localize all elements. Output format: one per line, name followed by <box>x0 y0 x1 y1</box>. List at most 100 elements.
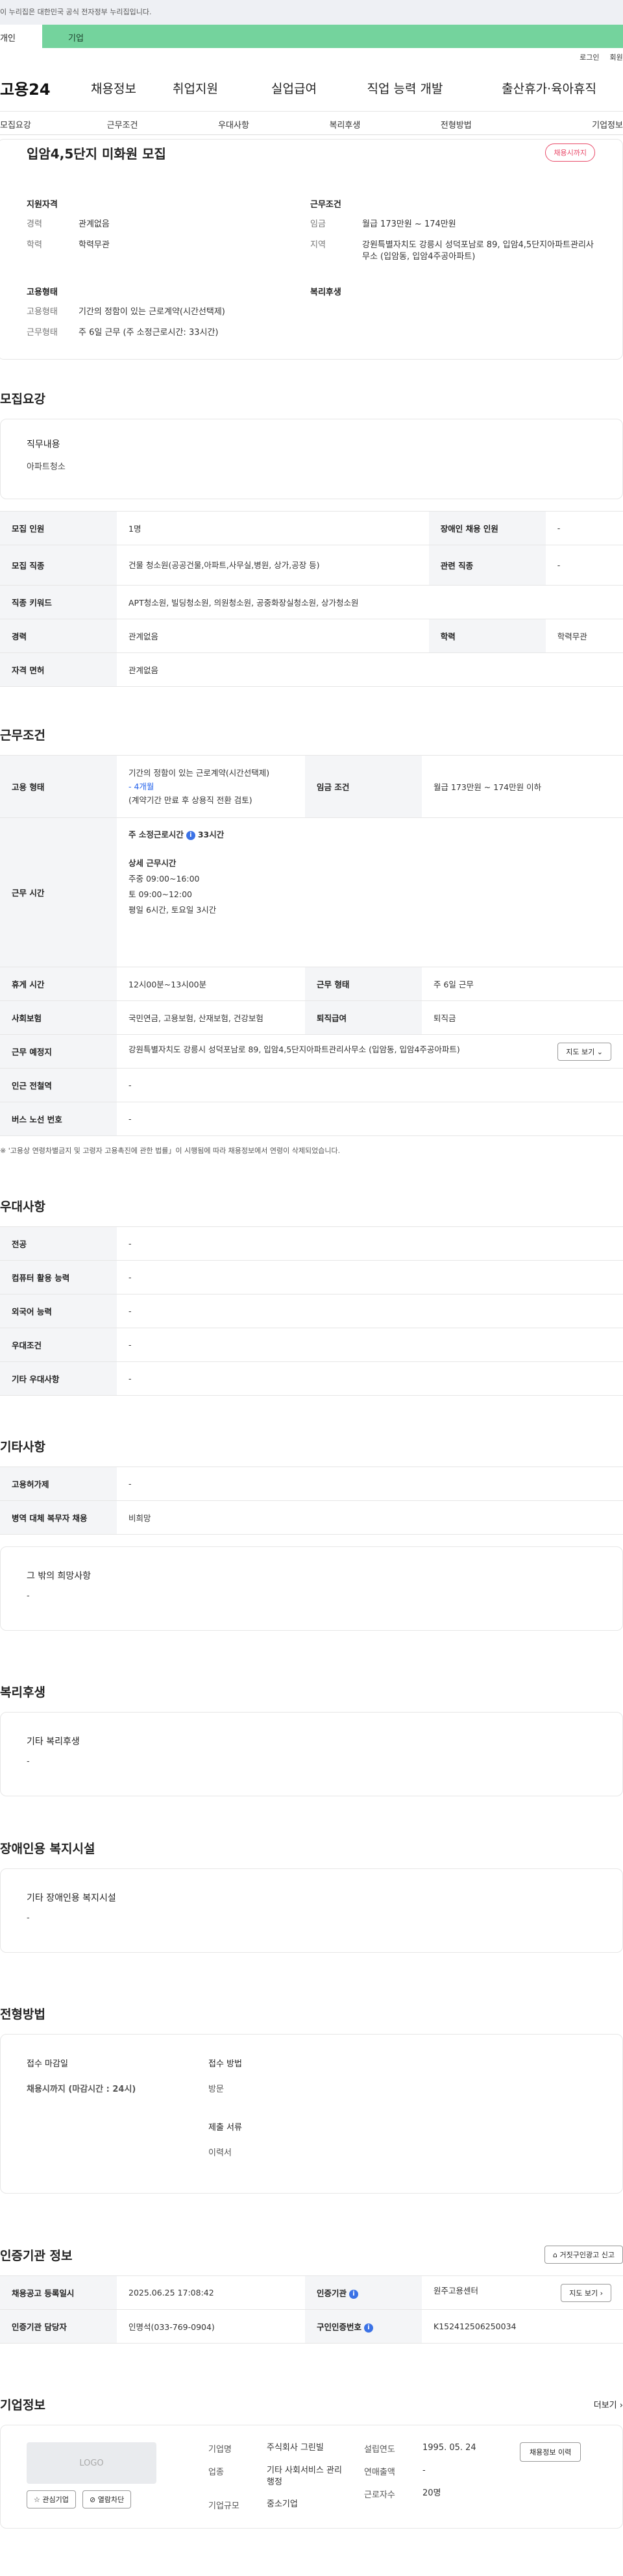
block-icon: ⊘ <box>90 2496 96 2504</box>
agency-map-button[interactable]: 지도 보기 › <box>561 2283 611 2302</box>
cert-key-cell: 구인인증번호 i <box>305 2309 422 2344</box>
info-icon[interactable]: i <box>364 2323 374 2333</box>
row-value: 학력무관 <box>545 619 623 653</box>
company-key: 근로자수 <box>364 2490 395 2500</box>
subtab-welfare[interactable]: 복리후생 <box>289 112 400 134</box>
qual-value: 관계없음 <box>79 219 110 229</box>
more-link[interactable]: 더보기 › <box>594 2398 623 2410</box>
row-value: APT청소원, 빌딩청소원, 의원청소원, 공중화장실청소원, 상가청소원 <box>117 585 623 619</box>
info-icon[interactable]: i <box>186 830 195 840</box>
subtab-pref[interactable]: 우대사항 <box>178 112 289 134</box>
deadline-label: 접수 마감일 <box>27 2059 68 2069</box>
subtab-recruit[interactable]: 모집요강 <box>0 112 67 134</box>
table-row: 사회보험 국민연금, 고용보험, 산재보험, 건강보험 퇴직급여 퇴직금 <box>0 1000 623 1035</box>
age-note: ※ '고용상 연령차별금지 및 고령자 고용촉진에 관한 법률」이 시행됨에 따… <box>0 1146 341 1155</box>
info-icon[interactable]: i <box>349 2289 359 2299</box>
cond-key: 지역 <box>310 240 326 250</box>
disability-box: 기타 장애인용 복지시설 - <box>0 1868 623 1953</box>
section-etc-title: 기타사항 <box>0 1440 45 1454</box>
company-key: 설립연도 <box>364 2445 395 2455</box>
gnb-menu-leave[interactable]: 출산휴가·육아휴직 <box>467 79 596 97</box>
table-row: 직종 키워드 APT청소원, 빌딩청소원, 의원청소원, 공중화장실청소원, 상… <box>0 585 623 619</box>
table-row: 컴퓨터 활용 능력 - <box>0 1260 623 1294</box>
row-key: 인증기관 담당자 <box>0 2309 117 2344</box>
util-links: 로그인 회원가입 <box>0 48 623 65</box>
company-key: 기업명 <box>208 2445 232 2455</box>
company-key: 기업규모 <box>208 2501 239 2511</box>
company-logo: LOGO <box>27 2442 156 2484</box>
row-key: 관련 직종 <box>428 545 546 586</box>
table-row: 인증기관 담당자 인명석(033-769-0904) 구인인증번호 i K1524… <box>0 2309 623 2344</box>
work-time-cell: 주 소정근로시간 i 33시간 상세 근무시간 주중 09:00~16:00 토 0… <box>117 817 623 967</box>
map-view-label: 지도 보기 <box>566 1047 595 1056</box>
company-value: 주식회사 그린빌 <box>267 2443 324 2453</box>
fav-company-button[interactable]: ☆ 관심기업 <box>27 2490 76 2508</box>
table-row: 경력 관계없음 학력 학력무관 <box>0 619 623 653</box>
time-line: 평일 6시간, 토요일 3시간 <box>128 905 217 915</box>
row-value: 원주고용센터 <box>434 2285 479 2296</box>
other-wish-box: 그 밖의 희망사항 - <box>0 1546 623 1631</box>
table-row: 모집 직종 건물 청소원(공공건물,아파트,사무실,병원, 상가,공장 등) 관… <box>0 545 623 586</box>
subtab-apply[interactable]: 전형방법 <box>400 112 511 134</box>
time-detail-title: 상세 근무시간 <box>128 858 177 868</box>
company-value: 1995. 05. 24 <box>422 2443 476 2453</box>
row-key: 학력 <box>428 619 546 653</box>
gnb-menu-jobs[interactable]: 채용정보 <box>81 79 146 97</box>
hiring-history-button[interactable]: 채용정보 이력 <box>520 2442 581 2462</box>
row-key: 직종 키워드 <box>0 585 117 619</box>
block-view-label: 열람차단 <box>97 2496 125 2504</box>
section-work-title: 근무조건 <box>0 728 45 743</box>
map-view-button[interactable]: 지도 보기 ⌄ <box>557 1042 611 1061</box>
row-key: 버스 노선 번호 <box>0 1102 117 1136</box>
qual-key: 경력 <box>27 219 42 229</box>
table-row: 우대조건 - <box>0 1328 623 1362</box>
method-value: 방문 <box>208 2085 224 2094</box>
tab-enterprise[interactable]: 기업 <box>42 25 623 48</box>
chevron-right-icon: › <box>600 2288 603 2297</box>
company-value: 기타 사회서비스 관리 행정 <box>267 2466 342 2487</box>
row-value: - <box>545 545 623 586</box>
agency-map-label: 지도 보기 <box>569 2288 598 2297</box>
row-value: - <box>117 1260 623 1294</box>
table-row: 외국어 능력 - <box>0 1294 623 1328</box>
row-value: K152412506250034 <box>422 2309 623 2344</box>
section-recruit-title: 모집요강 <box>0 392 45 406</box>
tab-personal[interactable]: 개인 <box>0 25 42 48</box>
site-logo[interactable]: 고용24 <box>0 77 81 99</box>
gnb-menu-training[interactable]: 직업 능력 개발 <box>343 79 467 97</box>
row-key: 외국어 능력 <box>0 1294 117 1328</box>
table-row: 인근 전철역 - <box>0 1068 623 1102</box>
row-key: 우대조건 <box>0 1328 117 1362</box>
company-key: 업종 <box>208 2468 224 2477</box>
job-title: 입암4,5단지 미화원 모집 <box>27 146 166 162</box>
company-header: 기업정보 더보기 › <box>0 2396 623 2413</box>
disability-label: 기타 장애인용 복지시설 <box>27 1893 116 1903</box>
section-agency-title: 인증기관 정보 <box>0 2248 73 2263</box>
welfare-title: 복리후생 <box>310 288 341 297</box>
company-key: 연매출액 <box>364 2468 395 2477</box>
row-value: - <box>117 1467 623 1501</box>
company-value: - <box>422 2466 426 2475</box>
emp-key: 근무형태 <box>27 328 58 338</box>
login-link[interactable]: 로그인 <box>580 52 599 65</box>
signup-link[interactable]: 회원가입 <box>610 52 623 65</box>
subtab-work[interactable]: 근무조건 <box>67 112 178 134</box>
block-view-button[interactable]: ⊘ 열람차단 <box>82 2490 132 2508</box>
row-key: 자격 면허 <box>0 652 117 687</box>
table-row: 자격 면허 관계없음 <box>0 652 623 687</box>
cond-title: 근무조건 <box>310 200 341 210</box>
gnb-menu-support[interactable]: 취업지원 <box>146 79 245 97</box>
emp-type-line: 기간의 정함이 있는 근로계약(시간선택제) <box>128 768 270 778</box>
row-key: 임금 조건 <box>305 755 422 818</box>
subtab-company[interactable]: 기업정보 <box>512 112 623 134</box>
row-value: 주 6일 근무 <box>422 967 623 1001</box>
emp-type-note: (계약기간 만료 후 상용직 전환 검토) <box>128 795 252 805</box>
global-nav: 고용24 채용정보 취업지원 실업급여 직업 능력 개발 출산휴가·육아휴직 <box>0 65 623 112</box>
row-key: 모집 인원 <box>0 511 117 545</box>
report-false-ad-button[interactable]: ⌂ 거짓구인광고 신고 <box>544 2246 623 2264</box>
welfare-value: - <box>27 1757 30 1766</box>
row-key: 장애인 채용 인원 <box>428 511 546 545</box>
gov-notice-bar: 이 누리집은 대한민국 공식 전자정부 누리집입니다. <box>0 0 623 25</box>
row-value: 2025.06.25 17:08:42 <box>117 2275 305 2310</box>
gnb-menu-benefit[interactable]: 실업급여 <box>245 79 343 97</box>
